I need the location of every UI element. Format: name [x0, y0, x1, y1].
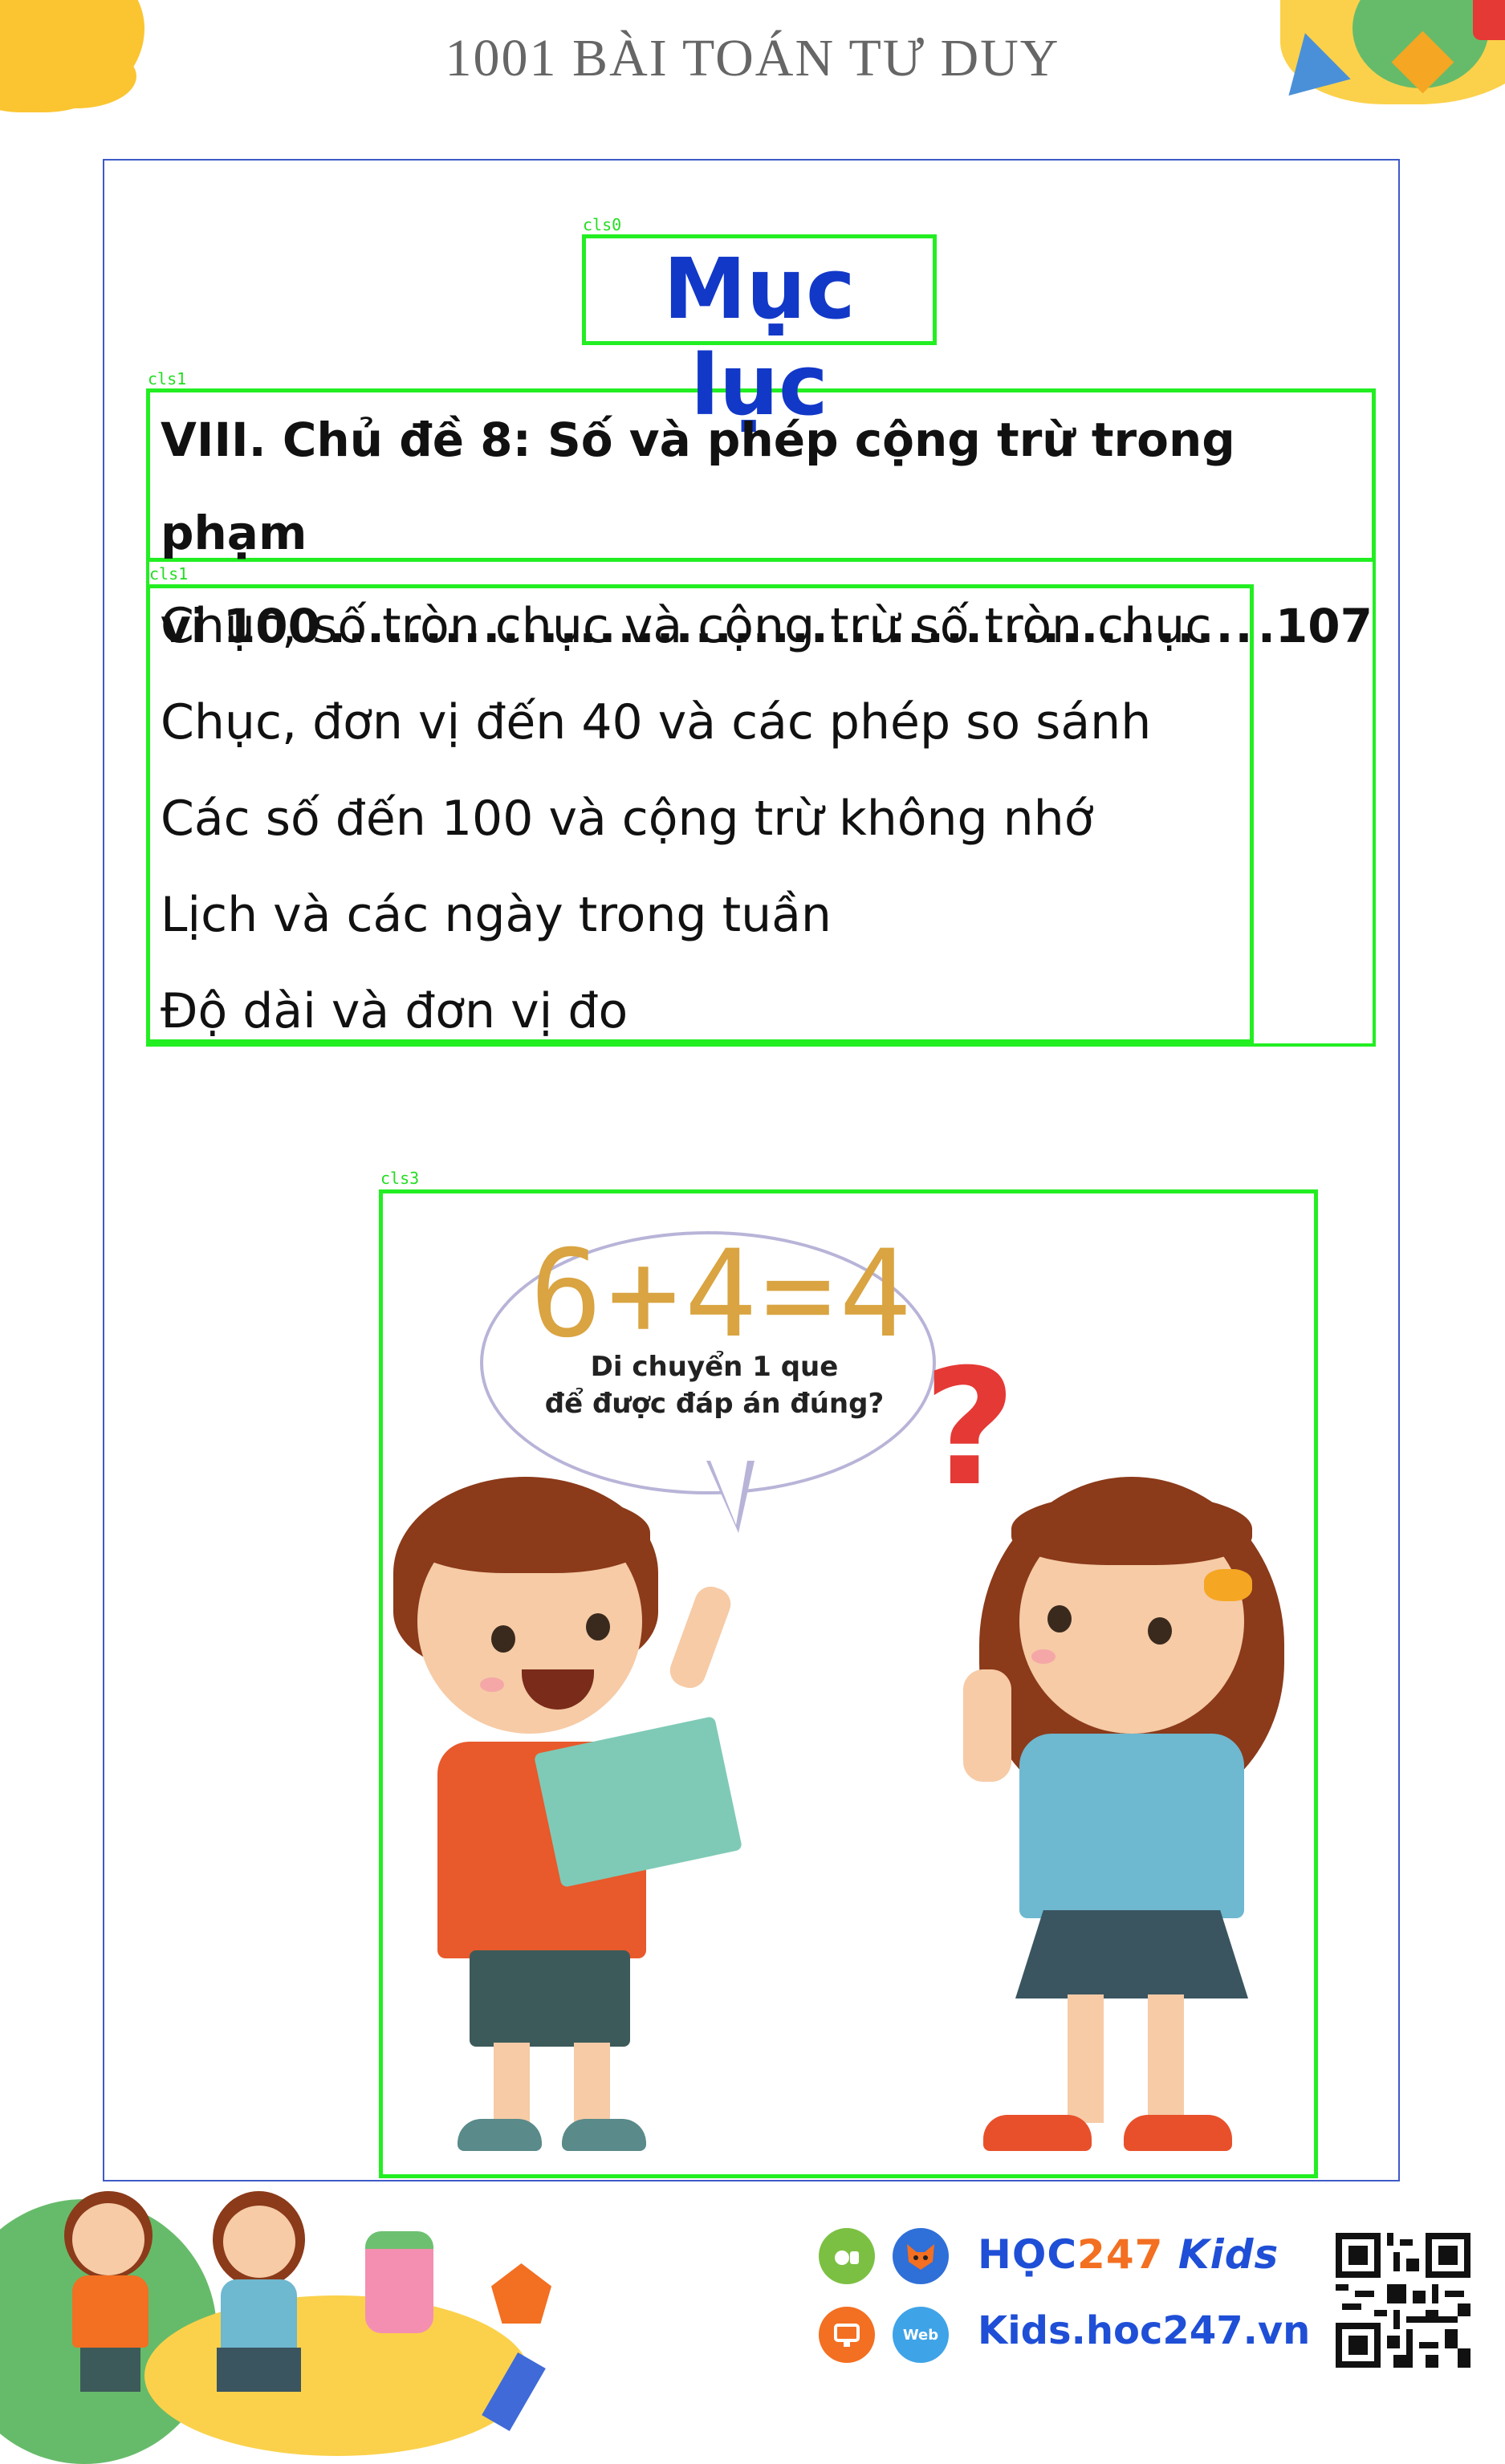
toc-subitems: Chục, số tròn chục và cộng trừ số tròn c… [161, 578, 1252, 1059]
boy-cheek [480, 1677, 504, 1692]
toc-subitem[interactable]: Lịch và các ngày trong tuần [161, 867, 1252, 963]
girl-eye-left [1047, 1605, 1072, 1633]
brand-suffix: Kids [1178, 2231, 1279, 2278]
toc-subitem[interactable]: Độ dài và đơn vị đo [161, 963, 1252, 1059]
toc-chapter-line1: VIII. Chủ đề 8: Số và phép cộng trừ tron… [161, 413, 1235, 560]
app-store-icon[interactable] [819, 2228, 875, 2284]
box-label-cls1-a: cls1 [148, 369, 187, 388]
boy-eye-left [491, 1625, 515, 1653]
boy-leg-left [494, 2043, 530, 2131]
bubble-question-line2: để được đáp án đúng? [544, 1388, 885, 1420]
box-label-cls0: cls0 [583, 215, 622, 234]
boy-shorts [470, 1950, 630, 2047]
matchstick-equation: 6+4=4 [530, 1225, 917, 1364]
boy-shoe-left [458, 2119, 542, 2151]
boy-eye-right [586, 1613, 610, 1641]
boy-fringe [409, 1493, 650, 1573]
girl-leg-left [1068, 1994, 1104, 2123]
backpack-icon [365, 2231, 433, 2333]
box-label-cls3: cls3 [380, 1169, 420, 1188]
footer-girl-shirt [221, 2279, 297, 2352]
website-link[interactable]: Kids.hoc247.vn [978, 2308, 1310, 2353]
girl-skirt [1015, 1910, 1248, 1998]
boy-leg-right [574, 2043, 610, 2131]
question-mark-icon: ? [923, 1335, 1017, 1522]
footer-blob-yellow [144, 2295, 530, 2456]
boy-shoe-right [562, 2119, 646, 2151]
brand-logo[interactable]: HỌC247 Kids [978, 2231, 1279, 2278]
page-header-title: 1001 BÀI TOÁN TƯ DUY [445, 29, 1060, 87]
girl-leg-right [1148, 1994, 1184, 2123]
pentagon-shape-icon [491, 2263, 551, 2324]
desktop-icon[interactable] [819, 2307, 875, 2363]
hair-bow-icon [1204, 1569, 1252, 1601]
girl-raised-hand [963, 1669, 1011, 1782]
fox-face-icon [907, 2244, 934, 2270]
qr-code-icon[interactable] [1336, 2233, 1470, 2368]
toc-subitem[interactable]: Chục, đơn vị đến 40 và các phép so sánh [161, 674, 1252, 771]
footer-girl-face [223, 2206, 295, 2278]
girl-shirt [1019, 1734, 1244, 1918]
girl-shoe-right [1124, 2115, 1232, 2151]
girl-cheek [1031, 1649, 1056, 1664]
footer-boy-shirt [72, 2275, 148, 2348]
bubble-question-line1: Di chuyển 1 que [590, 1351, 839, 1383]
girl-shoe-left [983, 2115, 1092, 2151]
brand-prefix: HỌC [978, 2231, 1078, 2278]
bubble-question: Di chuyển 1 que để được đáp án đúng? [514, 1348, 915, 1422]
girl-fringe [1011, 1493, 1252, 1565]
monitor-icon [834, 2324, 860, 2347]
footer-boy-face [72, 2203, 144, 2275]
toc-subitem[interactable]: Chục, số tròn chục và cộng trừ số tròn c… [161, 578, 1252, 674]
web-badge-icon[interactable]: Web [893, 2307, 949, 2363]
girl-eye-right [1148, 1617, 1172, 1645]
toc-chapter-page: .107 [1257, 599, 1373, 653]
toc-title: Mục lục [663, 240, 856, 434]
fox-mascot-icon[interactable] [893, 2228, 949, 2284]
speech-bubble-tail-fill [710, 1461, 747, 1525]
footer-girl-skirt [217, 2348, 301, 2392]
toc-subitem[interactable]: Các số đến 100 và cộng trừ không nhớ [161, 771, 1252, 867]
apple-android-icon [835, 2251, 859, 2265]
footer-boy-shorts [80, 2348, 140, 2392]
brand-number: 247 [1077, 2231, 1164, 2278]
